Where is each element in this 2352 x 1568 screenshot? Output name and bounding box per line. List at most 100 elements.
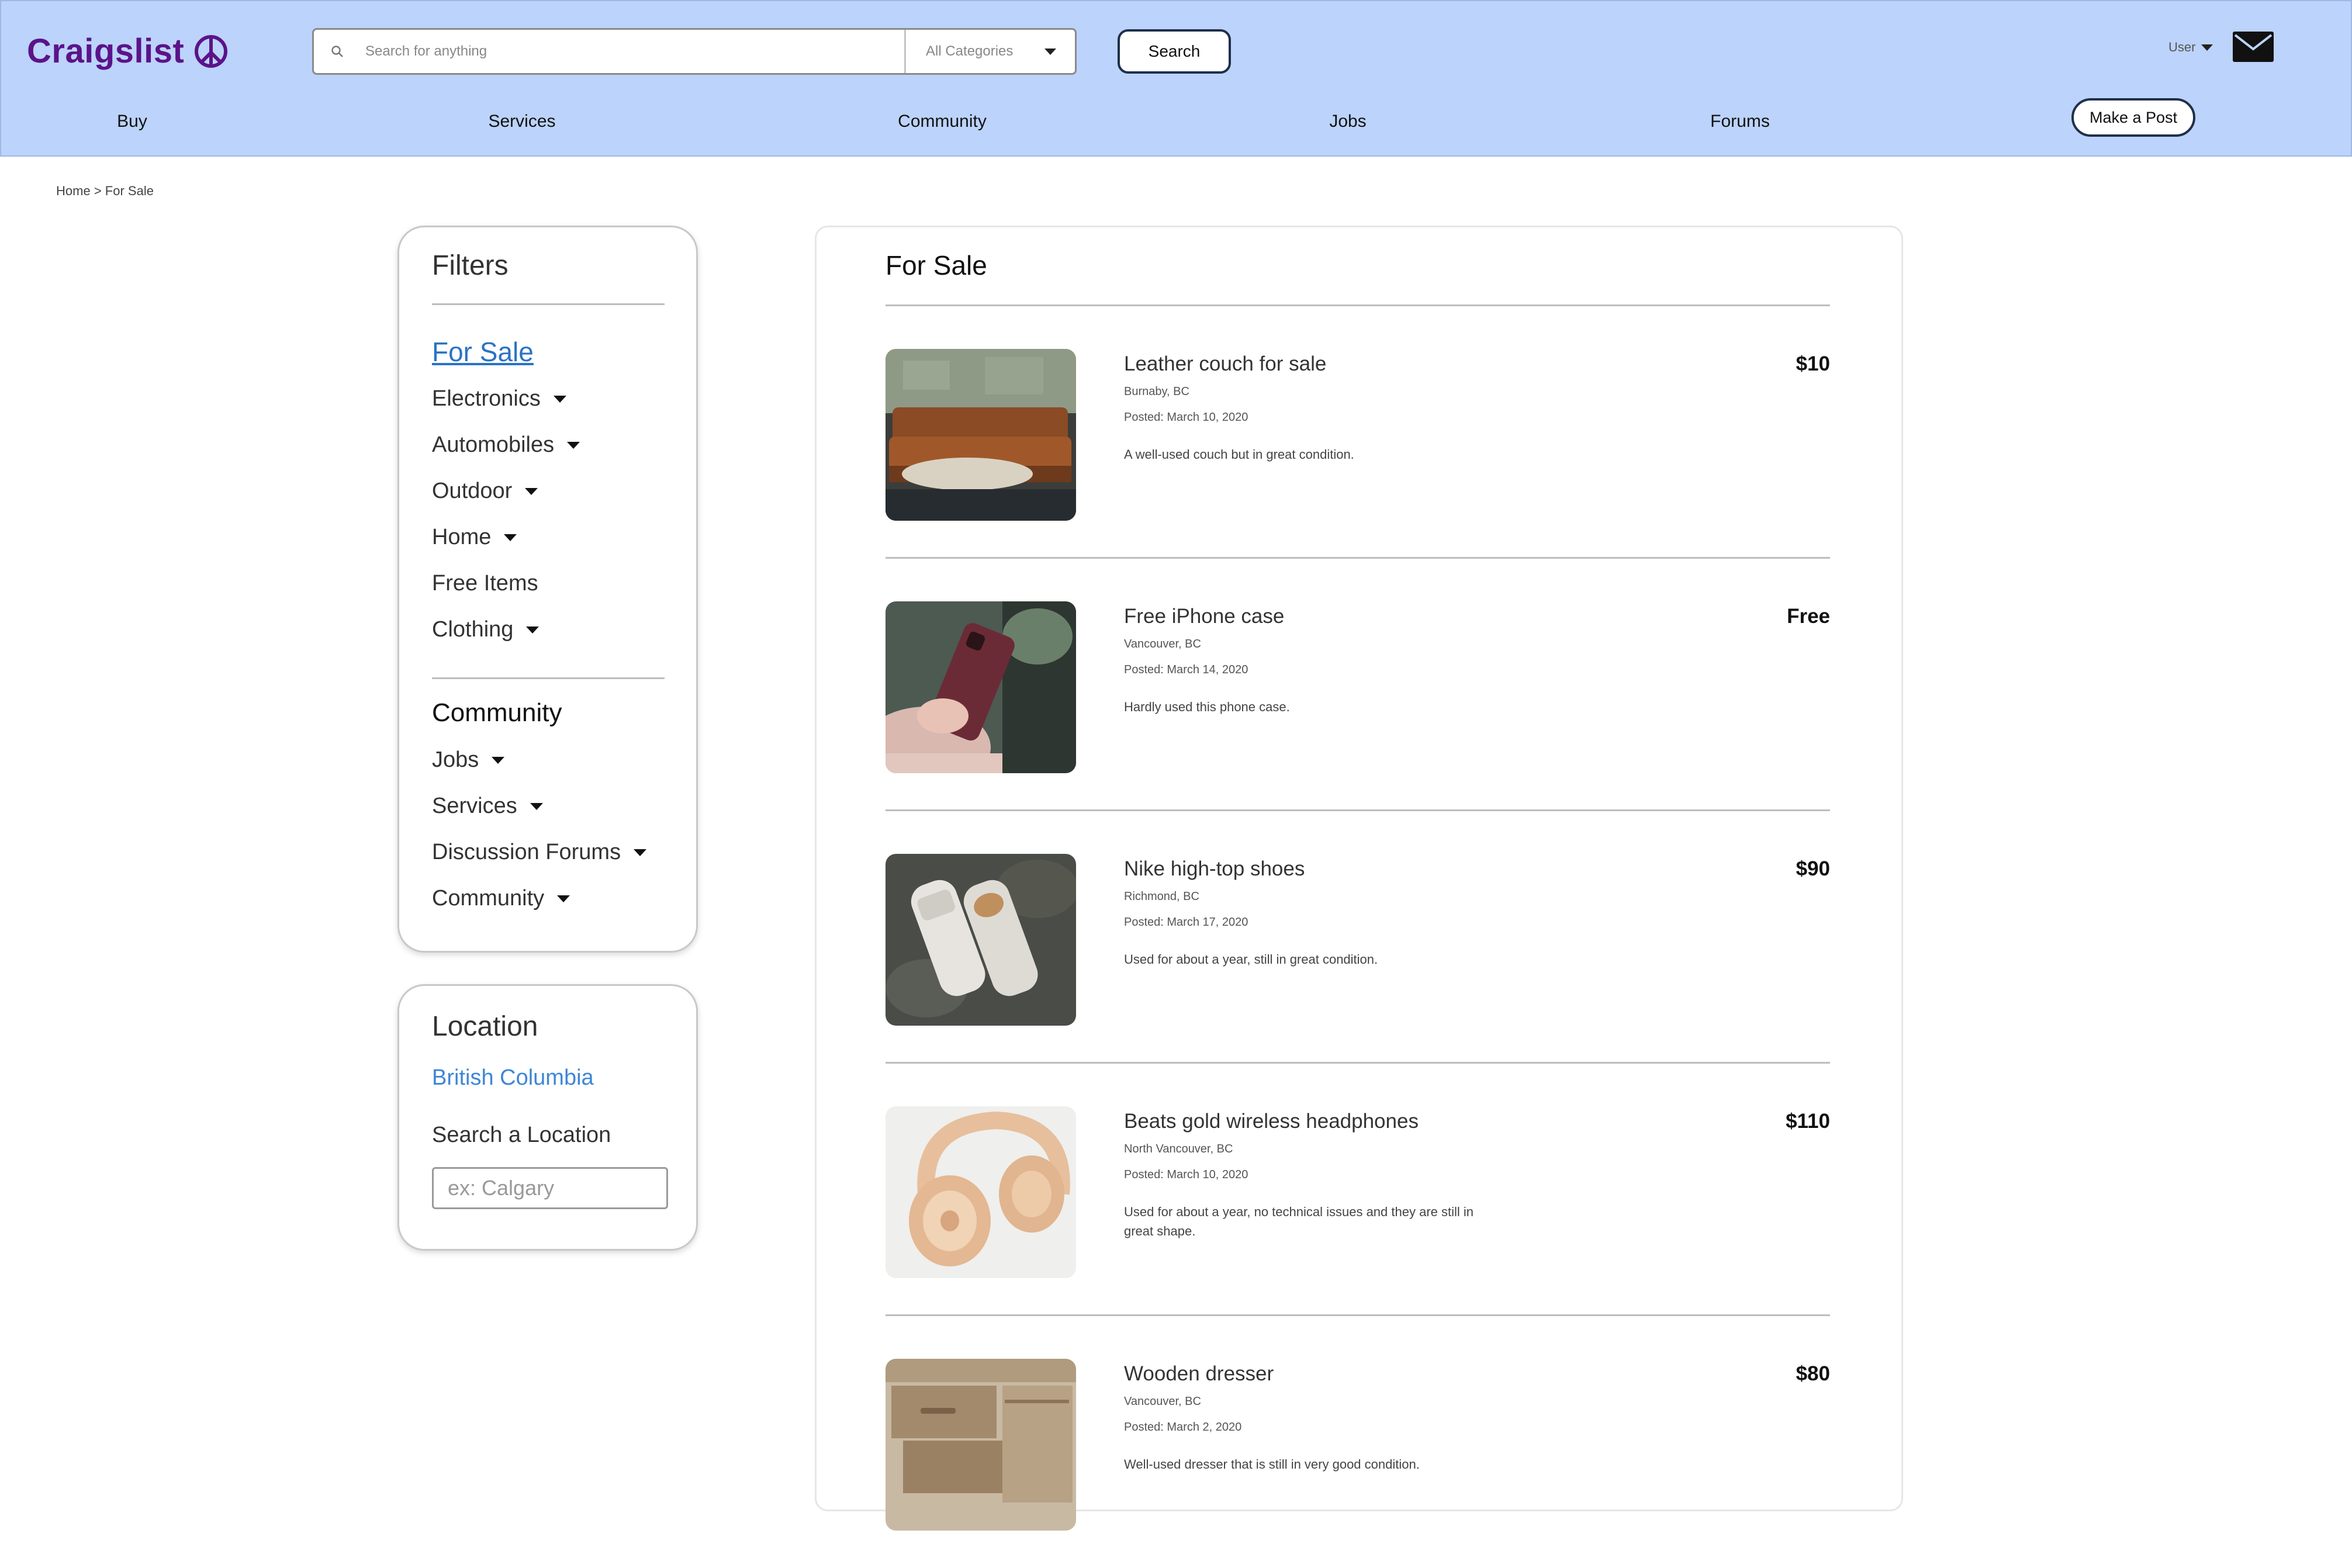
listing-title: Nike high-top shoes — [1124, 857, 1305, 880]
peace-sign-icon — [195, 34, 228, 68]
headphones-photo[interactable] — [886, 1106, 1076, 1278]
filter-label: Services — [432, 794, 517, 818]
listing-location: Vancouver, BC — [1124, 638, 1201, 650]
listing-location: Richmond, BC — [1124, 890, 1199, 903]
listing-date: Posted: March 10, 2020 — [1124, 411, 1248, 424]
listing-price: Free — [1787, 605, 1830, 628]
filter-community[interactable]: Community — [432, 886, 570, 911]
breadcrumb-current: For Sale — [105, 184, 154, 198]
filter-label: Automobiles — [432, 432, 555, 457]
breadcrumb: Home > For Sale — [56, 184, 154, 199]
chevron-down-icon — [530, 802, 543, 810]
search-button[interactable]: Search — [1118, 29, 1231, 74]
listing-description: A well-used couch but in great condition… — [1124, 447, 1354, 462]
listing-item[interactable]: Wooden dresser $80 Vancouver, BC Posted:… — [886, 1316, 1830, 1568]
make-post-button[interactable]: Make a Post — [2071, 98, 2195, 137]
chevron-down-icon — [2201, 44, 2213, 51]
chevron-down-icon — [557, 895, 570, 902]
chevron-down-icon — [567, 441, 580, 449]
nav-jobs[interactable]: Jobs — [1329, 104, 1366, 139]
filter-home[interactable]: Home — [432, 525, 517, 550]
chevron-down-icon — [504, 534, 517, 541]
filter-label: Jobs — [432, 747, 479, 772]
chevron-down-icon — [553, 395, 566, 403]
location-current[interactable]: British Columbia — [432, 1065, 594, 1091]
top-header: Craigslist All Categories Search User Bu… — [0, 0, 2352, 157]
couch-photo[interactable] — [886, 349, 1076, 521]
location-search-input[interactable] — [432, 1167, 668, 1209]
chevron-down-icon — [525, 487, 538, 495]
listing-date: Posted: March 2, 2020 — [1124, 1421, 1242, 1434]
breadcrumb-separator: > — [94, 184, 102, 198]
filter-label: Electronics — [432, 386, 541, 411]
nav-forums[interactable]: Forums — [1710, 104, 1770, 139]
filter-for-sale[interactable]: For Sale — [432, 336, 534, 368]
filter-label: Free Items — [432, 571, 538, 596]
listing-location: Burnaby, BC — [1124, 385, 1189, 398]
search-icon — [314, 30, 361, 73]
listing-item[interactable]: Beats gold wireless headphones $110 Nort… — [886, 1063, 1830, 1316]
phone-case-photo[interactable] — [886, 601, 1076, 773]
listing-title: Beats gold wireless headphones — [1124, 1110, 1419, 1133]
divider — [432, 303, 665, 305]
listing-price: $110 — [1786, 1110, 1830, 1133]
listing-date: Posted: March 14, 2020 — [1124, 663, 1248, 676]
search-input[interactable] — [361, 30, 904, 73]
nav-community[interactable]: Community — [898, 104, 987, 139]
chevron-down-icon — [634, 849, 647, 856]
filter-free-items[interactable]: Free Items — [432, 571, 538, 596]
search-bar: All Categories — [312, 28, 1077, 75]
listing-price: $80 — [1796, 1362, 1830, 1385]
divider — [432, 677, 665, 679]
nav-services[interactable]: Services — [488, 104, 555, 139]
filter-label: Clothing — [432, 617, 514, 642]
filters-title: Filters — [432, 250, 509, 281]
mail-icon[interactable] — [2233, 32, 2274, 62]
logo-text: Craigslist — [27, 32, 185, 70]
chevron-down-icon — [526, 626, 539, 634]
listing-location: North Vancouver, BC — [1124, 1143, 1233, 1155]
filter-automobiles[interactable]: Automobiles — [432, 432, 580, 458]
listing-price: $90 — [1796, 857, 1830, 880]
filter-discussion-forums[interactable]: Discussion Forums — [432, 840, 647, 865]
filter-jobs[interactable]: Jobs — [432, 747, 505, 773]
nav-buy[interactable]: Buy — [117, 104, 147, 139]
location-title: Location — [432, 1011, 538, 1042]
filter-label: Home — [432, 525, 492, 549]
listing-title: Leather couch for sale — [1124, 352, 1327, 375]
listing-description: Hardly used this phone case. — [1124, 700, 1290, 714]
filter-outdoor[interactable]: Outdoor — [432, 479, 538, 504]
category-select-value: All Categories — [926, 43, 1014, 59]
filter-electronics[interactable]: Electronics — [432, 386, 566, 411]
listing-title: Free iPhone case — [1124, 605, 1285, 628]
filter-label: Discussion Forums — [432, 840, 621, 864]
filter-services[interactable]: Services — [432, 794, 543, 819]
filters-panel: Filters For Sale Electronics Automobiles… — [397, 226, 698, 953]
listing-date: Posted: March 10, 2020 — [1124, 1168, 1248, 1181]
location-panel: Location British Columbia Search a Locat… — [397, 984, 698, 1251]
results-panel: For Sale Leather couch for sale $10 Burn… — [815, 226, 1903, 1531]
listing-item[interactable]: Nike high-top shoes $90 Richmond, BC Pos… — [886, 811, 1830, 1064]
filter-clothing[interactable]: Clothing — [432, 617, 539, 642]
category-select[interactable]: All Categories — [904, 30, 1075, 73]
listing-item[interactable]: Free iPhone case Free Vancouver, BC Post… — [886, 558, 1830, 811]
craigslist-logo[interactable]: Craigslist — [27, 32, 229, 71]
listing-item[interactable]: Leather couch for sale $10 Burnaby, BC P… — [886, 306, 1830, 559]
user-menu[interactable]: User — [2168, 40, 2213, 55]
listing-description: Used for about a year, still in great co… — [1124, 952, 1378, 967]
listing-location: Vancouver, BC — [1124, 1395, 1201, 1408]
filter-label: Community — [432, 886, 545, 911]
community-heading: Community — [432, 698, 562, 727]
listing-price: $10 — [1796, 352, 1830, 375]
shoes-photo[interactable] — [886, 854, 1076, 1026]
results-title: For Sale — [886, 250, 987, 281]
listing-description: Well-used dresser that is still in very … — [1124, 1457, 1420, 1472]
breadcrumb-home[interactable]: Home — [56, 184, 91, 198]
listing-title: Wooden dresser — [1124, 1362, 1274, 1385]
dresser-photo[interactable] — [886, 1359, 1076, 1531]
location-search-label: Search a Location — [432, 1123, 611, 1147]
filter-label: Outdoor — [432, 479, 513, 503]
listing-date: Posted: March 17, 2020 — [1124, 916, 1248, 929]
chevron-down-icon — [1044, 48, 1056, 55]
user-menu-label: User — [2168, 40, 2196, 54]
